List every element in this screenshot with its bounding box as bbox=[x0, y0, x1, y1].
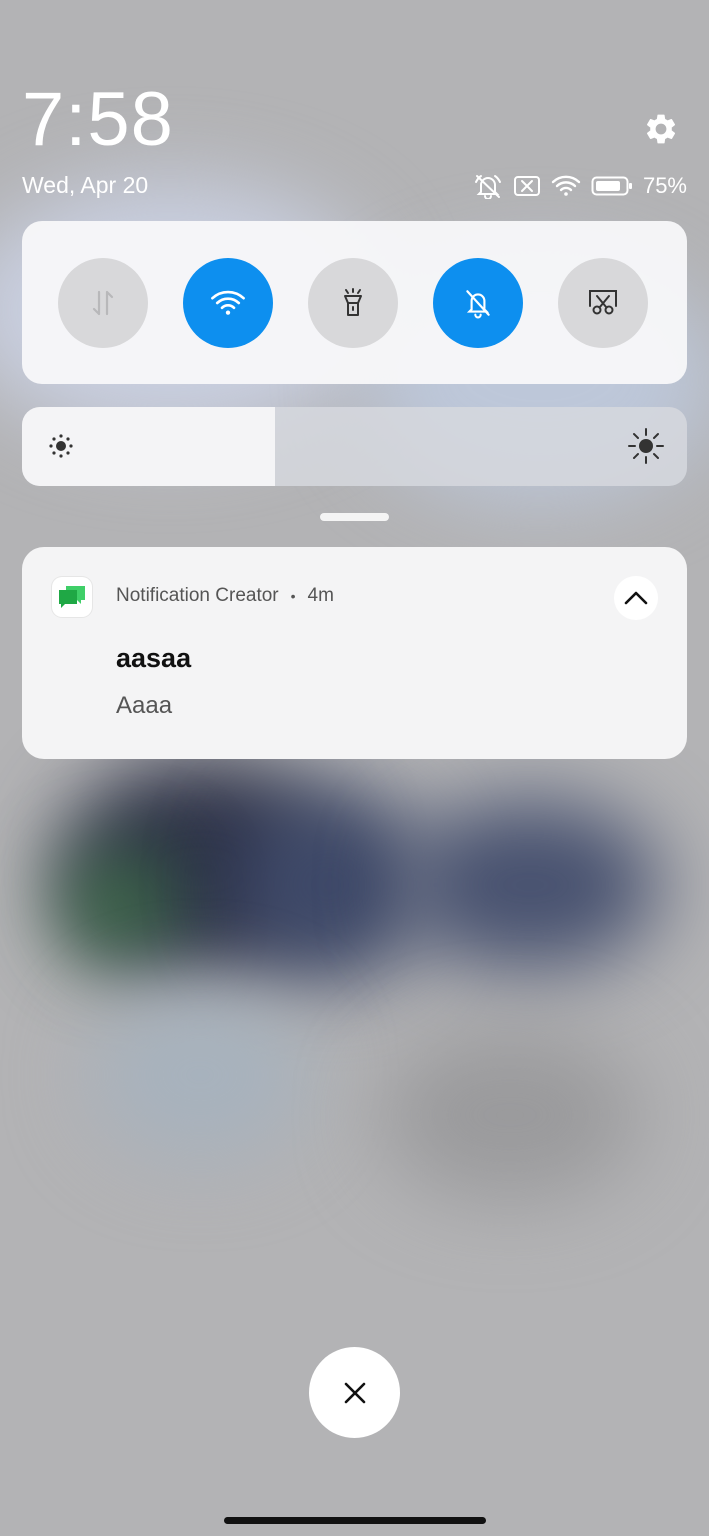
notification-header: Notification Creator • 4m bbox=[116, 585, 334, 607]
date: Wed, Apr 20 bbox=[22, 172, 149, 198]
battery-percent: 75% bbox=[642, 173, 687, 198]
gear-icon bbox=[647, 114, 676, 144]
tile-screenshot[interactable] bbox=[558, 258, 648, 348]
panel-drag-handle[interactable] bbox=[320, 513, 389, 521]
wifi-icon bbox=[551, 174, 581, 198]
quick-settings-panel bbox=[22, 221, 687, 384]
wifi-icon bbox=[211, 290, 245, 315]
close-icon bbox=[344, 1382, 365, 1403]
tile-mobile-data[interactable] bbox=[58, 258, 148, 348]
separator-dot: • bbox=[290, 588, 296, 604]
notification-card[interactable]: Notification Creator • 4m aasaa Aaaa bbox=[22, 547, 687, 759]
brightness-low-icon bbox=[46, 431, 76, 466]
chevron-up-icon bbox=[624, 591, 648, 605]
data-arrows-icon bbox=[92, 290, 114, 316]
bell-off-icon bbox=[466, 290, 490, 319]
battery-icon bbox=[591, 175, 633, 197]
notification-body: Aaaa bbox=[116, 692, 173, 719]
brightness-slider[interactable] bbox=[22, 407, 687, 486]
tile-flashlight[interactable] bbox=[308, 258, 398, 348]
settings-button[interactable] bbox=[640, 108, 682, 150]
home-indicator[interactable] bbox=[224, 1517, 486, 1524]
notification-time: 4m bbox=[307, 585, 334, 606]
flashlight-icon bbox=[344, 288, 362, 316]
tile-mute[interactable] bbox=[433, 258, 523, 348]
tile-wifi[interactable] bbox=[183, 258, 273, 348]
no-sim-icon bbox=[513, 175, 541, 197]
notification-title: aasaa bbox=[116, 643, 192, 673]
app-icon bbox=[52, 577, 92, 617]
notification-app-name: Notification Creator bbox=[116, 585, 279, 606]
collapse-button[interactable] bbox=[614, 576, 658, 620]
status-bar: 75% bbox=[473, 172, 687, 200]
scissors-icon bbox=[589, 290, 617, 315]
brightness-high-icon bbox=[627, 427, 665, 470]
clear-all-button[interactable] bbox=[309, 1347, 400, 1438]
clock: 7:58 bbox=[22, 77, 174, 162]
mute-icon bbox=[473, 173, 503, 199]
chat-bubbles-icon bbox=[59, 586, 85, 608]
